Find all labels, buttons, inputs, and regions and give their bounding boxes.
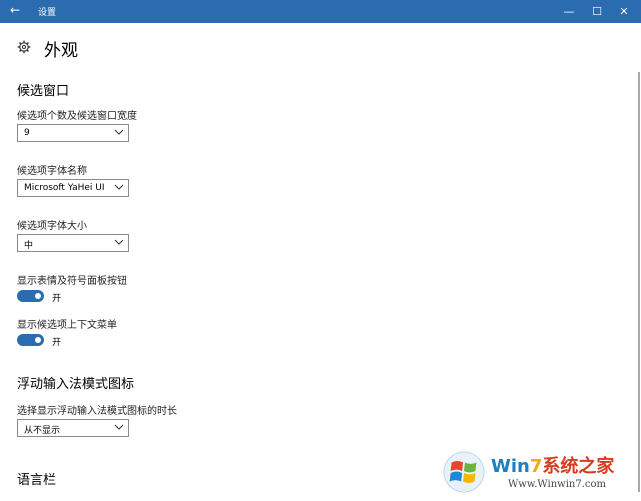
toggle-knob	[35, 337, 41, 343]
section-heading-floating: 浮动输入法模式图标	[17, 377, 135, 392]
chevron-down-icon	[114, 129, 124, 135]
candidate-size-dropdown[interactable]: 中	[17, 234, 129, 252]
watermark-url: Www.Winwin7.com	[508, 479, 606, 490]
watermark-brand-win: Win	[491, 456, 530, 477]
watermark-brand-cn: 系统之家	[542, 456, 615, 477]
context-menu-label: 显示候选项上下文菜单	[17, 320, 117, 331]
candidate-font-value: Microsoft YaHei UI	[24, 183, 105, 193]
chevron-down-icon	[114, 184, 124, 190]
floating-duration-value: 从不显示	[24, 426, 61, 436]
watermark-brand: Win7系统之家	[491, 452, 614, 478]
section-heading-candidates: 候选窗口	[17, 84, 70, 99]
window-title: 设置	[38, 8, 57, 18]
floating-duration-label: 选择显示浮动输入法模式图标的时长	[17, 406, 177, 417]
candidate-count-value: 9	[24, 128, 30, 138]
candidate-size-value: 中	[24, 241, 34, 251]
close-button[interactable]: ✕	[612, 2, 636, 21]
context-menu-toggle[interactable]	[17, 334, 44, 346]
chevron-down-icon	[114, 424, 124, 430]
watermark-brand-num: 7	[529, 456, 543, 477]
chevron-down-icon	[114, 239, 124, 245]
candidate-count-dropdown[interactable]: 9	[17, 124, 129, 142]
candidate-size-label: 候选项字体大小	[17, 221, 87, 232]
section-heading-langbar: 语言栏	[17, 473, 57, 488]
candidate-count-label: 候选项个数及候选窗口宽度	[17, 111, 137, 122]
floating-duration-dropdown[interactable]: 从不显示	[17, 419, 129, 437]
back-button[interactable]: ←	[10, 3, 20, 17]
page-title: 外观	[44, 41, 78, 61]
toggle-knob	[35, 293, 41, 299]
watermark: Win7系统之家 Www.Winwin7.com	[443, 446, 638, 498]
context-toggle-state: 开	[52, 338, 62, 348]
candidate-font-label: 候选项字体名称	[17, 166, 87, 177]
emoji-button-toggle[interactable]	[17, 290, 44, 302]
vertical-scrollbar[interactable]	[638, 72, 640, 492]
minimize-button[interactable]: —	[557, 2, 581, 21]
maximize-button[interactable]: ☐	[585, 2, 609, 21]
emoji-toggle-state: 开	[52, 294, 62, 304]
gear-icon	[17, 40, 31, 54]
windows-logo-icon	[443, 451, 485, 493]
title-bar: ← 设置 — ☐ ✕	[0, 0, 641, 23]
candidate-font-dropdown[interactable]: Microsoft YaHei UI	[17, 179, 129, 197]
emoji-button-label: 显示表情及符号面板按钮	[17, 276, 127, 287]
